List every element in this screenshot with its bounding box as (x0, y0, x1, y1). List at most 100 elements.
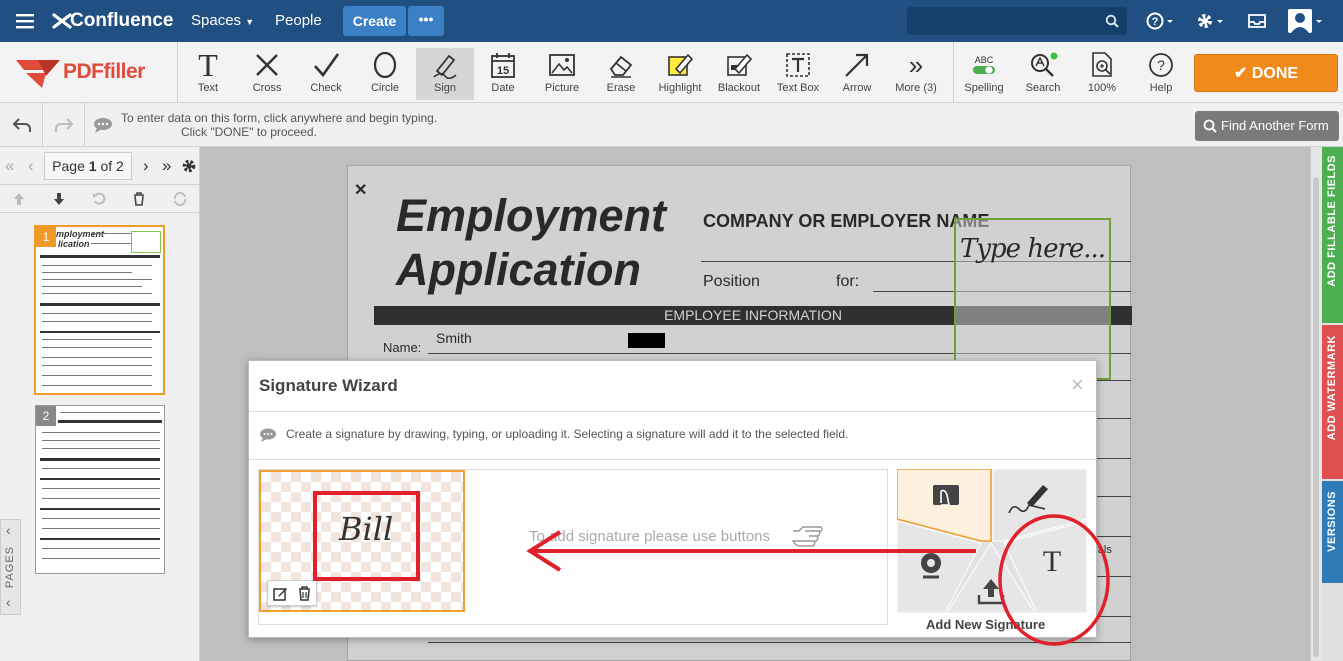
move-down-icon[interactable] (52, 192, 66, 206)
pages-label: PAGES (4, 546, 16, 589)
search-tool[interactable]: Search (1014, 48, 1072, 100)
user-avatar[interactable] (1288, 9, 1324, 33)
page-thumbnail-1[interactable]: 1 mployment lication (34, 225, 165, 395)
dialog-title: Signature Wizard (259, 376, 398, 395)
add-fillable-fields-tab[interactable]: ADD FILLABLE FIELDS (1322, 147, 1343, 323)
help-tool-label: Help (1149, 82, 1173, 94)
spaces-menu[interactable]: Spaces ▼ (191, 0, 254, 42)
picture-tool[interactable]: Picture (533, 48, 591, 100)
next-page-icon[interactable]: › (143, 156, 149, 176)
trash-icon[interactable] (297, 586, 312, 601)
versions-label: VERSIONS (1326, 491, 1338, 552)
page-number-badge: 2 (36, 406, 56, 426)
svg-text:15: 15 (497, 65, 509, 77)
highlight-tool[interactable]: Highlight (651, 48, 709, 100)
check-icon: ✔ (1233, 65, 1248, 82)
more-tools-label: More (3) (895, 82, 937, 94)
divider (84, 103, 85, 147)
find-another-form-button[interactable]: Find Another Form (1195, 111, 1339, 141)
arrow-tool[interactable]: Arrow (828, 48, 886, 100)
date-tool[interactable]: 15 Date (474, 48, 532, 100)
annotation-circle (998, 514, 1110, 646)
versions-tab[interactable]: VERSIONS (1322, 481, 1343, 583)
done-button[interactable]: ✔ DONE (1194, 54, 1338, 92)
spelling-tool-label: Spelling (964, 82, 1004, 94)
spelling-tool[interactable]: ABC Spelling (955, 48, 1013, 100)
annotation-arrow (526, 514, 1110, 646)
check-tool[interactable]: Check (297, 48, 355, 100)
page-of-label: of 2 (100, 158, 124, 174)
undo-icon[interactable] (12, 116, 32, 134)
done-label: DONE (1251, 65, 1299, 82)
editor-toolbar: PDFfiller T Text Cross Check Circle Sign… (0, 42, 1343, 103)
textbox-tool[interactable]: Text Box (769, 48, 827, 100)
pages-panel: « ‹ Page 1 of 2 › » 1 mployment lication (0, 147, 200, 661)
blackout-tool-label: Blackout (717, 82, 761, 94)
last-page-icon[interactable]: » (162, 156, 171, 176)
svg-text:?: ? (1157, 57, 1165, 73)
refresh-icon[interactable] (172, 192, 188, 206)
circle-tool-label: Circle (370, 82, 400, 94)
create-button[interactable]: Create (343, 6, 406, 36)
divider (953, 42, 954, 103)
hint-text-line2: Click "DONE" to proceed. (181, 125, 317, 139)
arrow-tool-label: Arrow (842, 82, 872, 94)
pdffiller-logo-icon (16, 56, 60, 90)
edit-icon[interactable] (273, 586, 288, 601)
right-side-tabs: ADD FILLABLE FIELDS ADD WATERMARK VERSIO… (1310, 147, 1343, 661)
check-icon (314, 53, 340, 78)
date-tool-label: Date (491, 82, 515, 94)
page-current: 1 (88, 158, 97, 174)
search-input[interactable] (907, 7, 1127, 35)
fillable-label: ADD FILLABLE FIELDS (1326, 155, 1338, 287)
chevron-left-icon: ‹ (6, 522, 11, 538)
toggle-icon (973, 66, 995, 74)
textbox-icon (786, 53, 810, 77)
magnifier-icon (1031, 52, 1058, 77)
gear-icon[interactable] (181, 158, 197, 174)
pages-side-tab[interactable]: ‹ PAGES ‹ (0, 519, 21, 615)
cross-tool[interactable]: Cross (238, 48, 296, 100)
text-tool[interactable]: T Text (179, 48, 237, 100)
spelling-abc-label: ABC (974, 55, 994, 65)
more-tools[interactable]: » More (3) (887, 48, 945, 100)
circle-tool[interactable]: Circle (356, 48, 414, 100)
move-up-icon[interactable] (12, 192, 26, 206)
sign-tool[interactable]: Sign (416, 48, 474, 100)
help-icon[interactable]: ? (1146, 11, 1176, 31)
rotate-icon[interactable] (92, 192, 106, 206)
blackout-tool[interactable]: Blackout (710, 48, 768, 100)
erase-tool[interactable]: Erase (592, 48, 650, 100)
eraser-icon (609, 55, 633, 78)
more-button[interactable]: ••• (408, 6, 444, 36)
first-page-icon[interactable]: « (5, 156, 14, 176)
scrollbar[interactable] (1310, 147, 1322, 661)
menu-icon[interactable] (16, 12, 34, 30)
delete-page-icon[interactable] (132, 192, 146, 206)
notifications-icon[interactable] (1247, 12, 1267, 30)
redo-icon[interactable] (54, 116, 74, 134)
blackout-icon (727, 53, 753, 76)
question-icon: ? (1149, 53, 1173, 77)
scrollbar-thumb[interactable] (1313, 177, 1319, 657)
zoom-icon (1092, 52, 1112, 77)
people-link[interactable]: People (275, 0, 322, 42)
dialog-info-text: Create a signature by drawing, typing, o… (286, 427, 849, 441)
gear-icon[interactable] (1196, 11, 1228, 31)
page-indicator[interactable]: Page 1 of 2 (44, 152, 132, 180)
textbox-tool-label: Text Box (776, 82, 820, 94)
help-tool[interactable]: ? Help (1132, 48, 1190, 100)
zoom-tool[interactable]: 100% (1073, 48, 1131, 100)
sign-tool-label: Sign (433, 82, 457, 94)
search-tool-label: Search (1025, 82, 1061, 94)
text-icon: T (198, 47, 218, 83)
confluence-logo[interactable]: Confluence (70, 0, 173, 42)
close-icon[interactable]: × (1071, 372, 1084, 398)
highlight-tool-label: Highlight (658, 82, 702, 94)
page-thumbnail-2[interactable]: 2 (35, 405, 165, 574)
signature-actions (267, 580, 317, 606)
search-icon (1203, 119, 1217, 133)
info-bar: To enter data on this form, click anywhe… (0, 103, 1343, 147)
prev-page-icon[interactable]: ‹ (28, 156, 34, 176)
add-watermark-tab[interactable]: ADD WATERMARK (1322, 325, 1343, 479)
